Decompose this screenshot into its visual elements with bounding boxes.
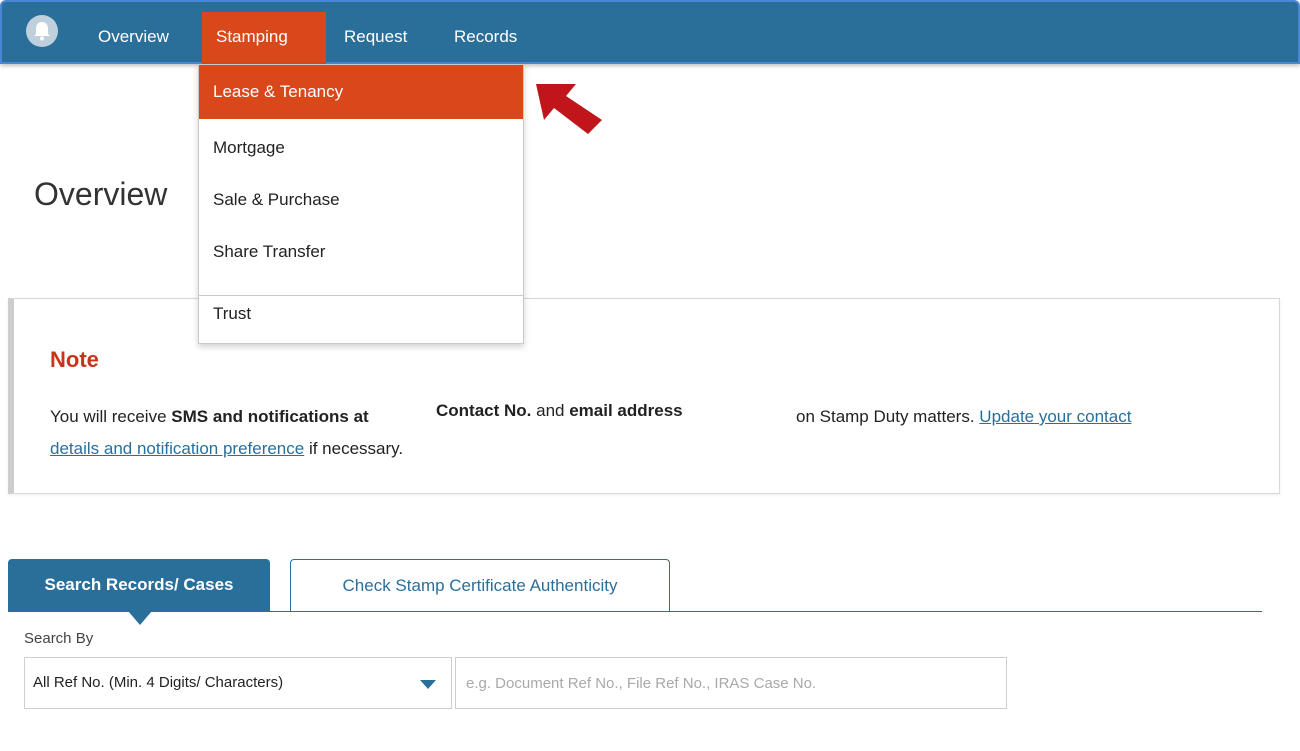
tab-search-records[interactable]: Search Records/ Cases (8, 559, 270, 611)
note-bold-email: email address (569, 401, 683, 420)
note-text-line1: You will receive SMS and notifications a… (50, 407, 369, 427)
note-text-line2: details and notification preference if n… (50, 439, 403, 459)
caret-down-icon[interactable] (420, 680, 436, 689)
note-after-segment: on Stamp Duty matters. Update your conta… (796, 407, 1131, 427)
note-text-prefix: You will receive (50, 407, 172, 426)
search-by-label: Search By (24, 630, 94, 647)
tab-underline (8, 611, 1262, 612)
nav-overview[interactable]: Overview (84, 12, 183, 66)
nav-records[interactable]: Records (440, 12, 531, 66)
top-navigation-bar: Overview Stamping Request Records (0, 0, 1300, 66)
update-contact-link-part2[interactable]: details and notification preference (50, 439, 304, 458)
page-title: Overview (34, 176, 168, 212)
menu-item-trust[interactable]: Trust (199, 287, 523, 341)
nav-stamping[interactable]: Stamping (202, 12, 326, 66)
note-title: Note (50, 347, 99, 372)
note-text-after: on Stamp Duty matters. (796, 407, 980, 426)
active-tab-pointer (128, 611, 152, 625)
note-bold-sms: SMS and notifications at (171, 407, 369, 426)
note-text-suffix: if necessary. (304, 439, 404, 458)
menu-item-sale-purchase[interactable]: Sale & Purchase (199, 173, 523, 227)
note-bold-contact: Contact No. (436, 401, 532, 420)
menu-item-mortgage[interactable]: Mortgage (199, 121, 523, 175)
note-and-word: and (531, 401, 570, 420)
pointer-arrow-icon (536, 84, 602, 134)
stamping-dropdown-menu: Lease & Tenancy Mortgage Sale & Purchase… (198, 64, 524, 344)
tab-check-certificate[interactable]: Check Stamp Certificate Authenticity (290, 559, 670, 611)
search-by-select[interactable]: All Ref No. (Min. 4 Digits/ Characters) (24, 657, 452, 709)
menu-item-lease-tenancy[interactable]: Lease & Tenancy (199, 65, 523, 119)
bell-icon[interactable] (26, 15, 58, 47)
menu-item-share-transfer[interactable]: Share Transfer (199, 225, 523, 279)
search-input[interactable] (455, 657, 1007, 709)
note-contact-segment: Contact No. and email address (436, 401, 683, 421)
update-contact-link-part1[interactable]: Update your contact (979, 407, 1131, 426)
nav-request[interactable]: Request (330, 12, 421, 66)
